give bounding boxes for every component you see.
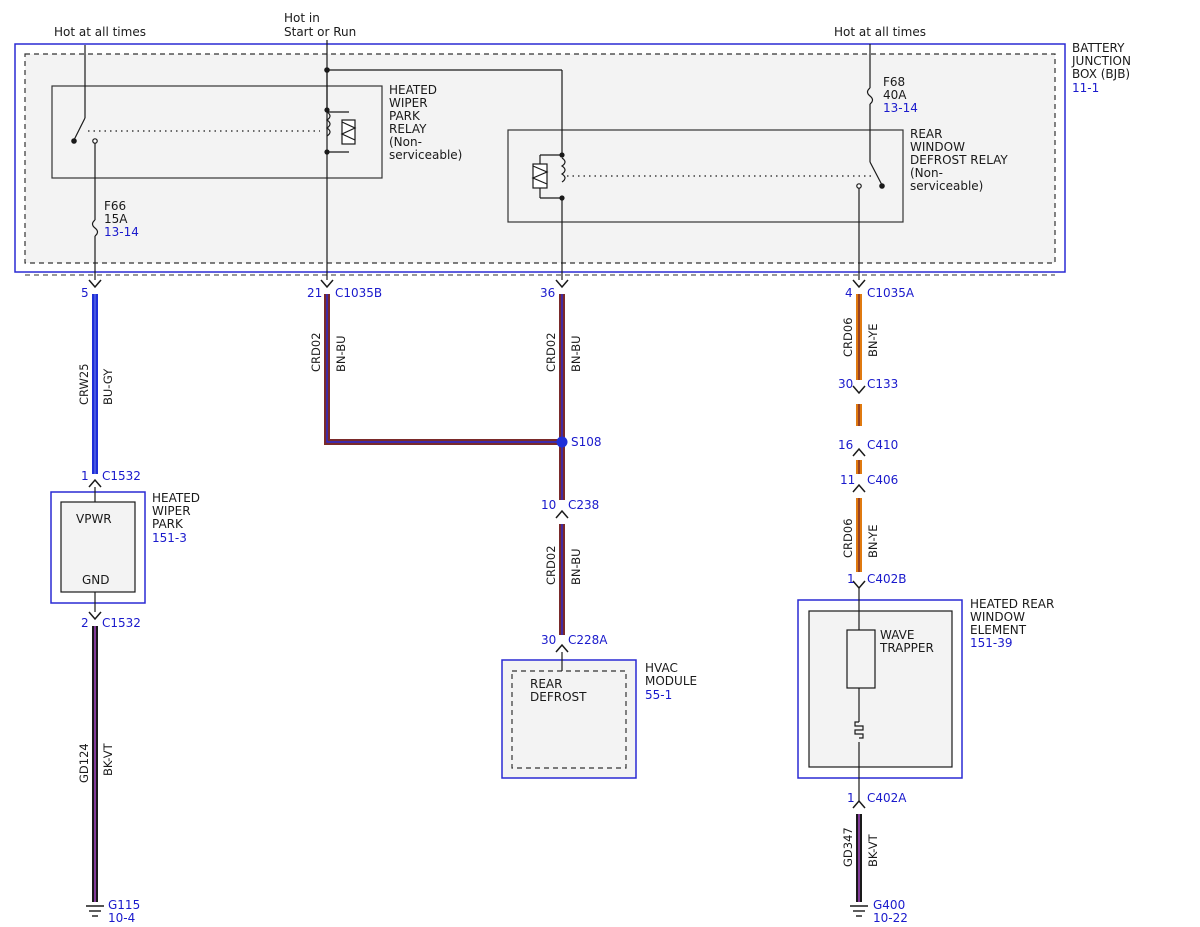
wire-crd02-b-circuit: CRD02 [544, 332, 558, 372]
connector-c133[interactable]: C133 [867, 377, 898, 391]
bjb-label-3: BOX (BJB) [1072, 67, 1130, 81]
wiper-relay-label-4: RELAY [389, 122, 427, 136]
connector-c238[interactable]: C238 [568, 498, 599, 512]
wire-crd06-b-circuit: CRD06 [841, 518, 855, 558]
fuse-f68-rating: 40A [883, 88, 907, 102]
connector-c1035b[interactable]: C1035B [335, 286, 382, 300]
connector-c402b[interactable]: C402B [867, 572, 907, 586]
hvac-label-1: HVAC [645, 661, 678, 675]
power-label-mid-1: Hot in [284, 11, 320, 25]
defrost-relay-label-4: (Non- [910, 166, 943, 180]
wire-crw25 [92, 294, 98, 474]
connector-c228a[interactable]: C228A [568, 633, 608, 647]
power-label-right: Hot at all times [834, 25, 926, 39]
power-label-left: Hot at all times [54, 25, 146, 39]
fuse-f66-rating: 15A [104, 212, 128, 226]
wire-crd02-c-circuit: CRD02 [544, 545, 558, 585]
pin-1-c402b: 1 [847, 572, 855, 586]
hvac-inner-2: DEFROST [530, 690, 587, 704]
wire-crd02-a-color: BN-BU [334, 335, 348, 372]
hvac-label-2: MODULE [645, 674, 697, 688]
fuse-f68-name: F68 [883, 75, 905, 89]
wiper-park-vpwr: VPWR [76, 512, 112, 526]
pin-30-c228a: 30 [541, 633, 556, 647]
rear-element-label-1: HEATED REAR [970, 597, 1054, 611]
connector-c1532-top[interactable]: C1532 [102, 469, 141, 483]
wire-crw25-circuit: CRW25 [77, 363, 91, 405]
wiper-park-label-3: PARK [152, 517, 184, 531]
pin-30-c133: 30 [838, 377, 853, 391]
connector-c1035a[interactable]: C1035A [867, 286, 915, 300]
ground-g400-ref[interactable]: 10-22 [873, 911, 908, 925]
defrost-relay-label-3: DEFROST RELAY [910, 153, 1008, 167]
defrost-relay-label-1: REAR [910, 127, 942, 141]
wiper-relay-label-5: (Non- [389, 135, 422, 149]
wiper-relay-label-2: WIPER [389, 96, 428, 110]
wire-gd347-color: BK-VT [866, 833, 880, 867]
wire-gd124-color: BK-VT [101, 742, 115, 776]
pin-5: 5 [81, 286, 89, 300]
fuse-f66-name: F66 [104, 199, 126, 213]
connector-chevrons [88, 279, 866, 809]
fuse-f68-ref[interactable]: 13-14 [883, 101, 918, 115]
wiper-relay-label-3: PARK [389, 109, 421, 123]
wire-crd02-left [324, 294, 562, 445]
pin-2-c1532: 2 [81, 616, 89, 630]
pin-1-c402a: 1 [847, 791, 855, 805]
wave-trapper-label-1: WAVE [880, 628, 914, 642]
wave-trapper-label-2: TRAPPER [879, 641, 934, 655]
wiper-relay-box [51, 85, 383, 179]
wiper-park-gnd: GND [82, 573, 110, 587]
bjb-label-2: JUNCTION [1071, 54, 1131, 68]
connector-c1532-bottom[interactable]: C1532 [102, 616, 141, 630]
fuse-f66-ref[interactable]: 13-14 [104, 225, 139, 239]
wire-crd02-a-circuit: CRD02 [309, 332, 323, 372]
wiper-relay-label-1: HEATED [389, 83, 437, 97]
bjb-label-1: BATTERY [1072, 41, 1125, 55]
wiper-relay-label-6: serviceable) [389, 148, 462, 162]
wiper-park-ref[interactable]: 151-3 [152, 531, 187, 545]
wiper-park-label-2: WIPER [152, 504, 191, 518]
wire-crd06-a-color: BN-YE [866, 323, 880, 357]
defrost-relay-label-2: WINDOW [910, 140, 965, 154]
pin-21: 21 [307, 286, 322, 300]
pin-16: 16 [838, 438, 853, 452]
rear-element-label-3: ELEMENT [970, 623, 1027, 637]
wire-crd02-c-color: BN-BU [569, 548, 583, 585]
ground-g115-icon [86, 905, 104, 917]
rear-element-ref[interactable]: 151-39 [970, 636, 1013, 650]
rear-element-label-2: WINDOW [970, 610, 1025, 624]
defrost-relay-label-5: serviceable) [910, 179, 983, 193]
wire-crw25-color: BU-GY [101, 368, 115, 405]
ground-g115-ref[interactable]: 10-4 [108, 911, 135, 925]
connector-c410[interactable]: C410 [867, 438, 898, 452]
ground-g400-icon [850, 905, 868, 917]
splice-s108-label: S108 [571, 435, 602, 449]
wiper-park-label-1: HEATED [152, 491, 200, 505]
connector-c402a[interactable]: C402A [867, 791, 907, 805]
wire-gd124-circuit: GD124 [77, 743, 91, 783]
ground-g115-name: G115 [108, 898, 140, 912]
splice-s108[interactable] [556, 436, 568, 448]
wiring-diagram: BATTERY JUNCTION BOX (BJB) 11-1 Hot at a… [14, 11, 1131, 925]
pin-10: 10 [541, 498, 556, 512]
hvac-ref[interactable]: 55-1 [645, 688, 672, 702]
pin-11: 11 [840, 473, 855, 487]
wire-crd06-b-color: BN-YE [866, 524, 880, 558]
pin-4: 4 [845, 286, 853, 300]
pin-1-c1532: 1 [81, 469, 89, 483]
hvac-inner-1: REAR [530, 677, 562, 691]
bjb-ref[interactable]: 11-1 [1072, 81, 1099, 95]
wire-crd06-a-circuit: CRD06 [841, 317, 855, 357]
connector-c406[interactable]: C406 [867, 473, 898, 487]
pin-36: 36 [540, 286, 555, 300]
power-label-mid-2: Start or Run [284, 25, 356, 39]
wave-trapper [846, 629, 876, 689]
wire-crd02-b-color: BN-BU [569, 335, 583, 372]
ground-g400-name: G400 [873, 898, 905, 912]
wire-gd347-circuit: GD347 [841, 827, 855, 867]
